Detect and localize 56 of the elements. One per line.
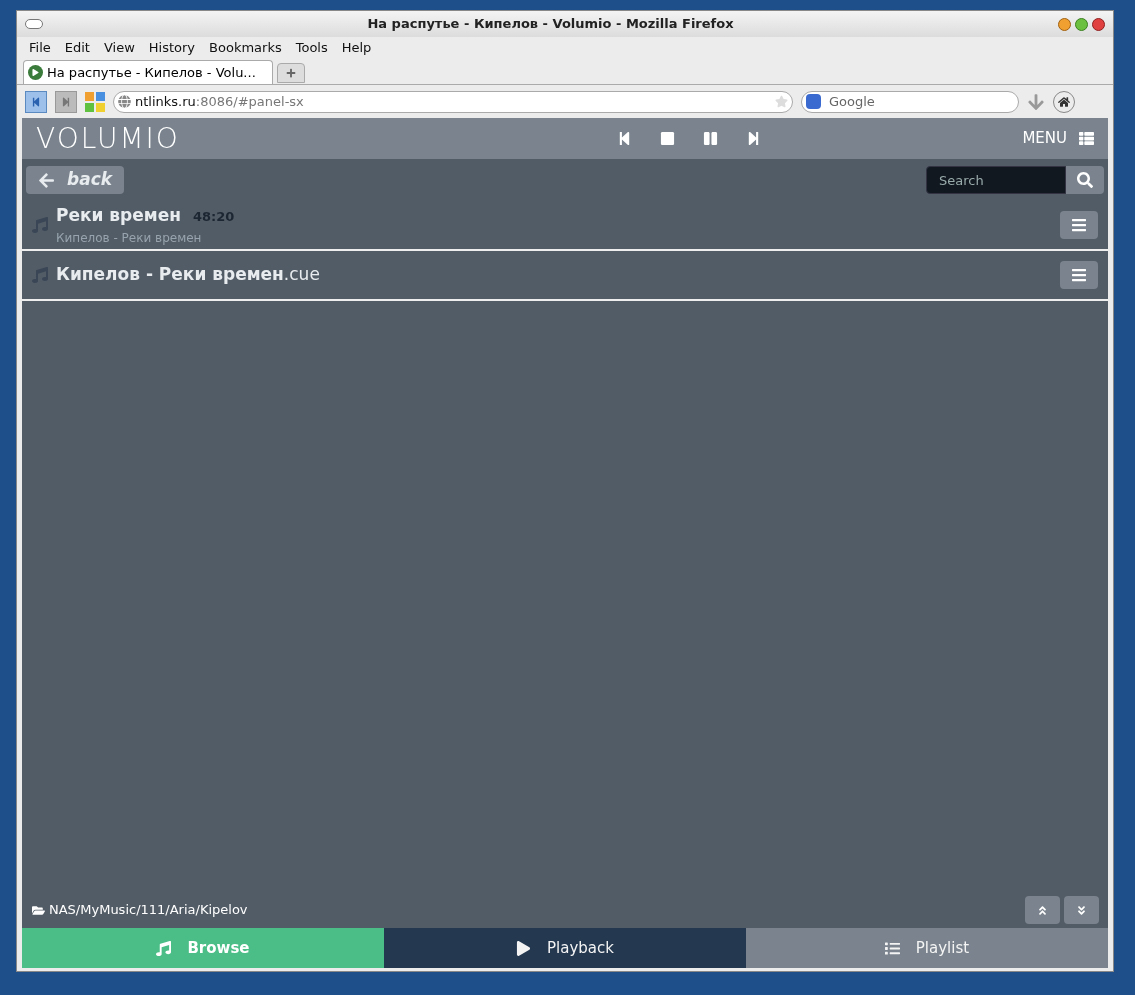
maximize-button[interactable] <box>1075 17 1088 31</box>
scroll-bottom-button[interactable] <box>1064 896 1099 924</box>
browser-tab[interactable]: На распутье - Кипелов - Volu... <box>23 60 273 84</box>
apps-icon[interactable] <box>85 91 105 112</box>
row-menu-button[interactable] <box>1060 211 1098 239</box>
window-menu-button[interactable] <box>25 19 43 29</box>
back-arrow-icon <box>31 96 41 107</box>
track-artist: Кипелов - Реки времен <box>56 229 203 247</box>
music-note-icon <box>32 217 48 233</box>
menu-item[interactable]: Tools <box>295 38 328 58</box>
file-name: Кипелов - Реки времен.cue <box>56 264 320 285</box>
window-title: На распутье - Кипелов - Volumio - Mozilla Firefox <box>366 15 735 34</box>
menu-button[interactable]: MENU <box>1022 127 1094 150</box>
volumio-logo: VOLUMIO <box>36 120 181 157</box>
play-icon <box>28 65 43 80</box>
play-icon <box>516 940 532 956</box>
menu-icon <box>1079 131 1094 146</box>
folder-icon <box>32 903 45 917</box>
menu-item[interactable]: Help <box>341 38 372 58</box>
search-button[interactable] <box>1066 166 1104 194</box>
pause-icon[interactable] <box>703 131 719 146</box>
search-engine-icon[interactable] <box>806 94 821 109</box>
menu-icon <box>1071 217 1087 233</box>
back-button[interactable] <box>25 90 47 113</box>
menu-item[interactable]: Bookmarks <box>209 38 282 58</box>
search-field[interactable]: Google <box>801 90 1019 113</box>
globe-icon <box>118 95 131 108</box>
search-icon <box>1077 172 1093 188</box>
double-chevron-up-icon <box>1037 904 1048 916</box>
folder-path: NAS/MyMusic/111/Aria/Kipelov <box>49 901 248 920</box>
new-tab-button[interactable] <box>277 63 305 83</box>
menu-item[interactable]: View <box>103 38 135 58</box>
close-button[interactable] <box>1092 17 1105 31</box>
star-icon[interactable] <box>775 95 788 108</box>
music-note-icon <box>156 940 172 956</box>
panel-tab[interactable]: Playback <box>384 928 746 968</box>
scroll-top-button[interactable] <box>1025 896 1060 924</box>
search-field[interactable]: Search <box>926 166 1066 194</box>
menu-item[interactable]: Edit <box>64 38 90 58</box>
arrow-left-icon <box>38 171 55 189</box>
list-icon <box>884 940 900 956</box>
forward-arrow-icon <box>61 96 71 107</box>
track-title: Реки времен <box>56 204 181 228</box>
address-bar[interactable]: ntlinks.ru:8086/#panel-sx <box>113 90 793 113</box>
menu-item[interactable]: History <box>148 38 196 58</box>
menu-icon <box>1071 267 1087 283</box>
home-icon <box>1058 95 1070 108</box>
row-menu-button[interactable] <box>1060 261 1098 289</box>
stop-icon[interactable] <box>660 131 676 146</box>
double-chevron-down-icon <box>1076 904 1087 916</box>
forward-button[interactable] <box>55 90 77 113</box>
menu-item[interactable]: File <box>29 38 51 58</box>
minimize-button[interactable] <box>1058 17 1071 31</box>
music-note-icon <box>32 267 48 283</box>
download-icon[interactable] <box>1027 92 1045 111</box>
plus-icon <box>286 68 296 78</box>
